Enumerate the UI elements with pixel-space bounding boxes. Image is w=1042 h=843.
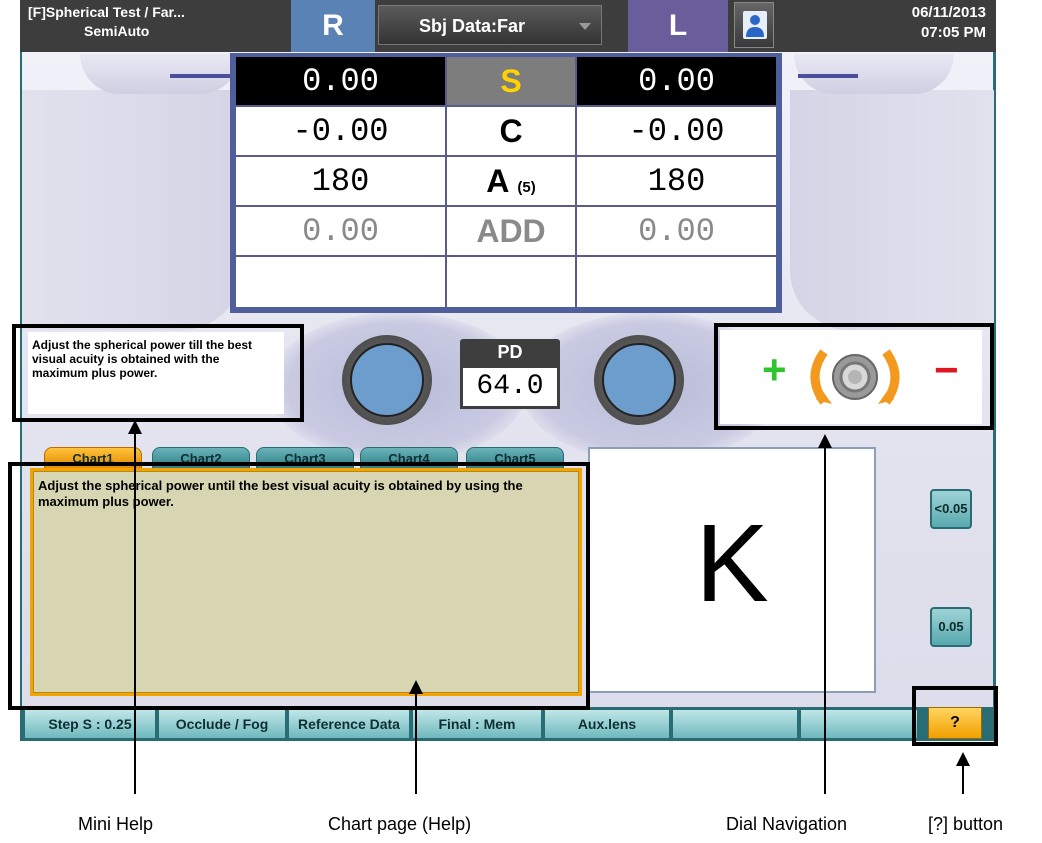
right-eye-tab[interactable]: R	[291, 0, 375, 52]
callout-frame-help-button	[912, 686, 998, 746]
reference-data-button[interactable]: Reference Data	[288, 709, 410, 739]
chart-display: K	[588, 447, 876, 693]
axis-right-value[interactable]: 180	[236, 157, 447, 207]
leader-line-dial-navigation	[824, 442, 826, 794]
patient-button[interactable]	[734, 2, 774, 48]
blank-button-2[interactable]	[800, 709, 918, 739]
occlude-fog-button[interactable]: Occlude / Fog	[158, 709, 286, 739]
sph-label[interactable]: S	[447, 57, 577, 107]
step-button[interactable]: Step S : 0.25	[24, 709, 156, 739]
left-eye-tab[interactable]: L	[628, 0, 728, 52]
acuity-button-lt-0-05[interactable]: <0.05	[930, 489, 972, 529]
callout-frame-mini-help	[12, 324, 304, 422]
axis-label: A	[486, 162, 510, 199]
final-mem-button[interactable]: Final : Mem	[412, 709, 542, 739]
axis-step: (5)	[517, 178, 536, 196]
background-bar-right	[798, 74, 858, 78]
data-select-label: Sbj Data:Far	[419, 16, 526, 36]
leader-line-chart-page	[415, 688, 417, 794]
right-eye-lens-knob[interactable]	[342, 335, 432, 425]
callout-frame-chart-page	[8, 462, 590, 710]
empty-cell-left	[577, 257, 776, 307]
chart-optotype: K	[695, 502, 769, 625]
background-decoration-right	[790, 90, 994, 330]
test-title: [F]Spherical Test / Far... SemiAuto	[24, 3, 210, 49]
annotation-mini-help: Mini Help	[78, 814, 154, 834]
pd-label: PD	[460, 339, 560, 365]
add-left-value[interactable]: 0.00	[577, 207, 776, 257]
sph-left-value[interactable]: 0.00	[577, 57, 776, 107]
add-label[interactable]: ADD	[447, 207, 577, 257]
header-bar: [F]Spherical Test / Far... SemiAuto R Sb…	[20, 0, 996, 52]
pd-value[interactable]: 64.0	[460, 365, 560, 409]
leader-line-mini-help	[134, 428, 136, 794]
left-eye-lens-knob[interactable]	[594, 335, 684, 425]
bottom-toolbar: Step S : 0.25 Occlude / Fog Reference Da…	[20, 707, 996, 741]
refraction-table: 0.00 S 0.00 -0.00 C -0.00 180 A (5) 180 …	[230, 53, 782, 313]
annotation-help-button: [?] button	[928, 814, 1004, 834]
leader-line-help-button	[962, 760, 964, 794]
sph-right-value[interactable]: 0.00	[236, 57, 447, 107]
data-select[interactable]: Sbj Data:Far	[378, 5, 602, 45]
blank-button-1[interactable]	[672, 709, 798, 739]
date-time: 06/11/2013 07:05 PM	[912, 3, 986, 43]
time: 07:05 PM	[920, 24, 986, 41]
empty-cell-right	[236, 257, 447, 307]
axis-left-value[interactable]: 180	[577, 157, 776, 207]
annotation-dial-navigation: Dial Navigation	[726, 814, 848, 834]
cyl-right-value[interactable]: -0.00	[236, 107, 447, 157]
date: 06/11/2013	[911, 4, 986, 21]
dropdown-arrow-icon	[579, 23, 591, 30]
aux-lens-button[interactable]: Aux.lens	[544, 709, 670, 739]
test-name: [F]Spherical Test / Far...	[28, 4, 185, 20]
test-mode: SemiAuto	[84, 23, 150, 39]
background-decoration-left	[22, 90, 242, 330]
empty-cell-middle	[447, 257, 577, 307]
axis-label-cell[interactable]: A (5)	[447, 157, 577, 207]
user-icon	[743, 11, 767, 39]
cyl-left-value[interactable]: -0.00	[577, 107, 776, 157]
add-right-value[interactable]: 0.00	[236, 207, 447, 257]
annotation-chart-page: Chart page (Help)	[328, 814, 472, 834]
cyl-label[interactable]: C	[447, 107, 577, 157]
acuity-button-0-05[interactable]: 0.05	[930, 607, 972, 647]
callout-frame-dial-navigation	[714, 323, 994, 430]
